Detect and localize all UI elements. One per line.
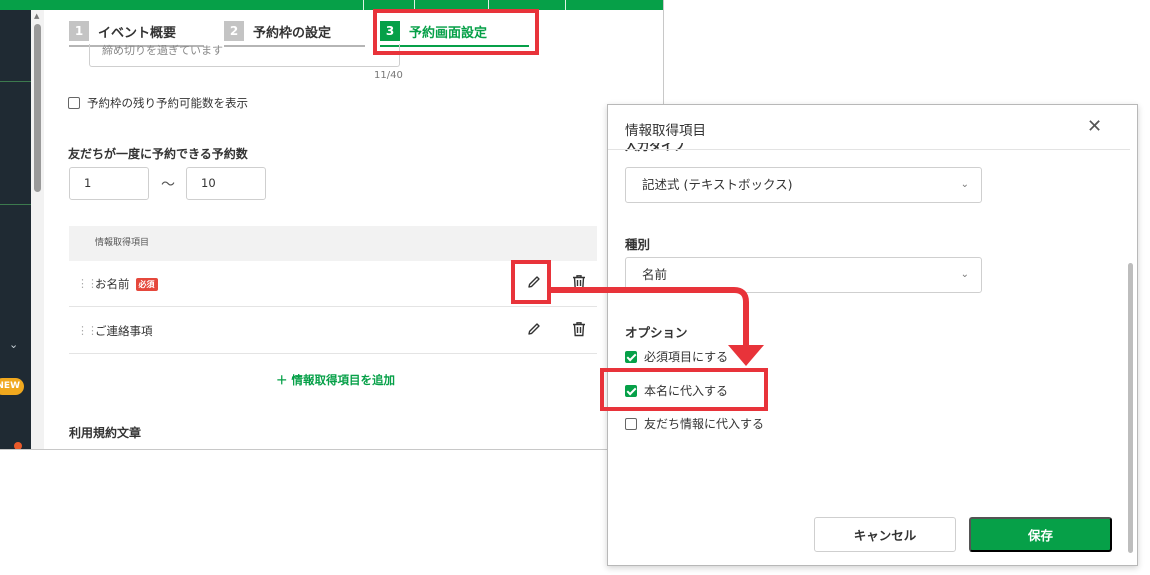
annotation-arrow: [551, 287, 764, 366]
annotation-arrow-head: [728, 345, 764, 366]
screenshot: { "steps": [ {"num": "1", "label": "イベント…: [0, 0, 1150, 575]
annotation-arrow-line: [551, 287, 749, 346]
